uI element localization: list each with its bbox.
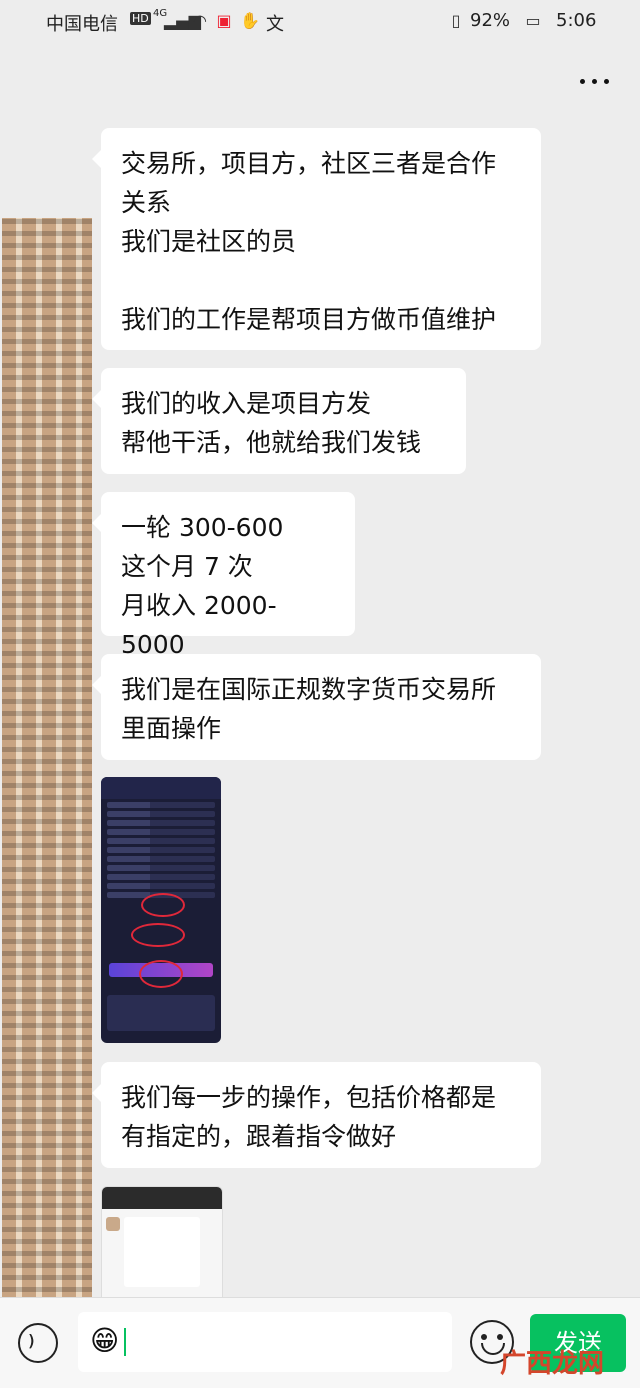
screenshot-header bbox=[101, 777, 221, 799]
order-panel bbox=[107, 995, 215, 1031]
trading-app-screenshot-image[interactable] bbox=[101, 777, 221, 1043]
hd-badge: HD bbox=[130, 12, 151, 25]
message-bubble[interactable]: 我们是在国际正规数字货币交易所 里面操作 bbox=[92, 654, 541, 760]
wifi-icon: ◠ bbox=[193, 11, 207, 30]
signal-icon: ▂▄▆ bbox=[164, 11, 201, 30]
battery-icon: ▭ bbox=[525, 11, 541, 30]
message-bubble[interactable]: 我们的收入是项目方发 帮他干活，他就给我们发钱 bbox=[92, 368, 466, 474]
watermark: 广西龙网 bbox=[500, 1349, 605, 1379]
text-caret bbox=[124, 1328, 126, 1356]
carrier-label: 中国电信 bbox=[46, 14, 118, 35]
battery-percent: 92% bbox=[470, 10, 511, 31]
clock: 5:06 bbox=[556, 10, 597, 31]
message-input[interactable]: 😁 bbox=[78, 1312, 452, 1372]
message-bubble[interactable]: 交易所，项目方，社区三者是合作 关系 我们是社区的员 我们的工作是帮项目方做币值… bbox=[92, 128, 541, 350]
avatar bbox=[106, 1217, 120, 1231]
message-bubble[interactable]: 一轮 300-600 这个月 7 次 月收入 2000-5000 bbox=[92, 492, 355, 659]
hand-icon: ✋ bbox=[240, 11, 260, 30]
screenshot-header bbox=[102, 1187, 222, 1209]
chat-header bbox=[0, 44, 640, 122]
status-bar: 中国电信 HD 4G ▂▄▆ ◠ ▣ ✋ 文 ▯ 92% ▭ 5:06 bbox=[0, 0, 640, 44]
redacted-mosaic-left bbox=[2, 218, 92, 1297]
quoted-message bbox=[124, 1217, 200, 1287]
shopping-app-icon: ▣ bbox=[216, 11, 232, 30]
input-method-label: 文 bbox=[266, 14, 284, 35]
vibrate-icon: ▯ bbox=[451, 11, 461, 30]
chat-area[interactable]: 交易所，项目方，社区三者是合作 关系 我们是社区的员 我们的工作是帮项目方做币值… bbox=[0, 122, 640, 1297]
highlight-circle bbox=[139, 960, 183, 988]
grinning-emoji-icon: 😁 bbox=[90, 1324, 120, 1357]
more-options-icon[interactable] bbox=[580, 76, 610, 88]
highlight-circle bbox=[131, 923, 185, 947]
chat-screenshot-image[interactable] bbox=[101, 1186, 223, 1297]
message-bubble[interactable]: 我们每一步的操作，包括价格都是 有指定的，跟着指令做好 bbox=[92, 1062, 541, 1168]
voice-input-icon[interactable] bbox=[18, 1323, 58, 1363]
highlight-circle bbox=[141, 893, 185, 917]
